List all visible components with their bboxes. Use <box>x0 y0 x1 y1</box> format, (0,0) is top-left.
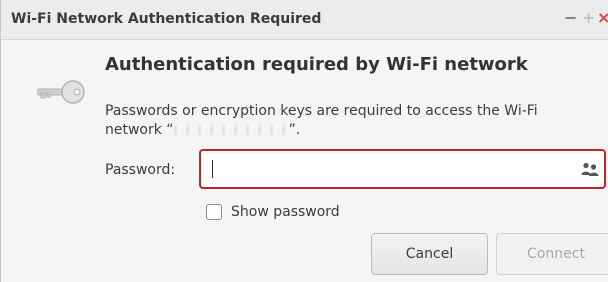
maximize-button[interactable]: + <box>582 10 595 26</box>
message-text-after: ”. <box>288 122 301 138</box>
dialog-heading: Authentication required by Wi-Fi network <box>105 54 528 75</box>
title-bar[interactable]: Wi-Fi Network Authentication Required − … <box>1 0 608 40</box>
password-label: Password: <box>105 162 176 178</box>
key-icon <box>37 80 85 104</box>
users-icon[interactable] <box>581 162 599 176</box>
password-input[interactable] <box>215 159 559 181</box>
minimize-button[interactable]: − <box>564 10 577 26</box>
text-caret <box>212 160 213 178</box>
connect-button[interactable]: Connect <box>496 233 608 275</box>
password-field[interactable] <box>199 149 606 189</box>
window-title: Wi-Fi Network Authentication Required <box>11 11 322 27</box>
close-button[interactable]: × <box>597 10 608 26</box>
network-name-redacted <box>173 125 289 135</box>
dialog-message: Passwords or encryption keys are require… <box>105 102 595 140</box>
auth-dialog-window: Wi-Fi Network Authentication Required − … <box>0 0 608 282</box>
show-password-checkbox[interactable] <box>206 204 222 220</box>
message-text-before: Passwords or encryption keys are require… <box>105 103 538 138</box>
cancel-button[interactable]: Cancel <box>371 233 488 275</box>
show-password-label[interactable]: Show password <box>231 204 340 220</box>
